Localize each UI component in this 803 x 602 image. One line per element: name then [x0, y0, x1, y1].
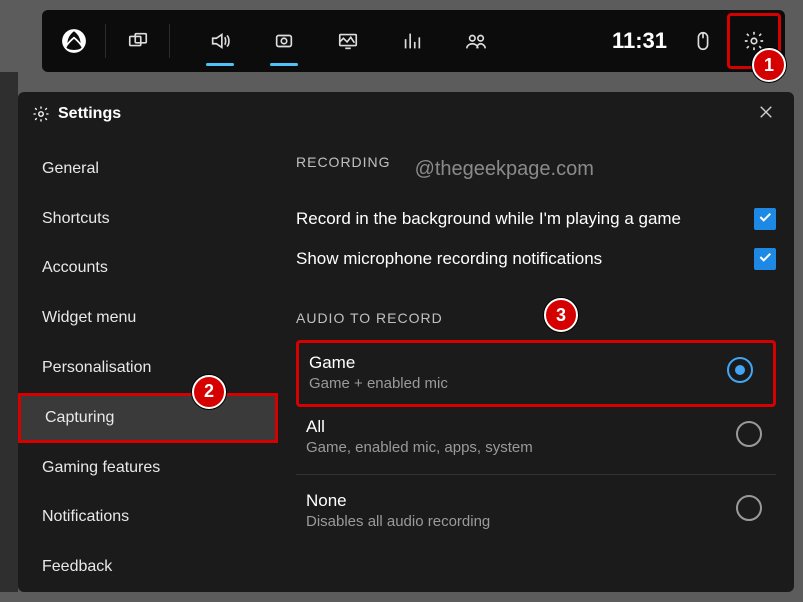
settings-panel: Settings General Shortcuts Accounts Widg…: [18, 92, 794, 592]
settings-content: RECORDING @thegeekpage.com Record in the…: [278, 136, 794, 592]
sidebar-item-general[interactable]: General: [18, 144, 278, 194]
audio-option-title: Game: [309, 353, 448, 373]
callout-1: 1: [752, 48, 786, 82]
sidebar-item-personalisation[interactable]: Personalisation 2: [18, 343, 278, 393]
callout-2: 2: [192, 375, 226, 409]
sidebar-item-label: Gaming features: [42, 459, 160, 477]
background-strip: [0, 72, 18, 592]
mic-notif-row[interactable]: Show microphone recording notifications: [296, 248, 776, 270]
sidebar-item-label: Accounts: [42, 259, 108, 277]
radio-indicator: [736, 495, 762, 521]
clock: 11:31: [600, 28, 679, 54]
check-icon: [757, 209, 773, 230]
audio-radio-group: Game Game + enabled mic All Game, enable…: [296, 340, 776, 542]
sidebar-item-label: Notifications: [42, 508, 129, 526]
performance-icon: [337, 30, 359, 52]
capture-button[interactable]: [252, 10, 316, 72]
settings-title: Settings: [58, 105, 121, 123]
record-background-label: Record in the background while I'm playi…: [296, 209, 681, 229]
sidebar-item-label: Widget menu: [42, 309, 136, 327]
audio-option-title: All: [306, 417, 533, 437]
sidebar-item-label: Shortcuts: [42, 210, 110, 228]
close-button[interactable]: [752, 100, 780, 128]
mouse-indicator[interactable]: [679, 10, 727, 72]
sidebar-item-label: Personalisation: [42, 359, 151, 377]
divider: [296, 474, 776, 475]
radio-indicator: [727, 357, 753, 383]
audio-option-game[interactable]: Game Game + enabled mic: [299, 343, 767, 404]
performance-button[interactable]: [316, 10, 380, 72]
settings-header: Settings: [18, 92, 794, 136]
widgets-icon: [127, 30, 149, 52]
widgets-button[interactable]: [106, 10, 170, 72]
callout-3: 3: [544, 298, 578, 332]
xbox-icon: [61, 28, 87, 54]
sidebar-item-feedback[interactable]: Feedback: [18, 542, 278, 592]
check-icon: [757, 249, 773, 270]
sidebar-item-widget-menu[interactable]: Widget menu: [18, 293, 278, 343]
audio-button[interactable]: [188, 10, 252, 72]
mic-notif-checkbox[interactable]: [754, 248, 776, 270]
resources-button[interactable]: [380, 10, 444, 72]
audio-option-subtitle: Game + enabled mic: [309, 375, 448, 392]
watermark: @thegeekpage.com: [415, 158, 594, 181]
sidebar-item-capturing[interactable]: Capturing: [18, 393, 278, 443]
gear-icon: [32, 105, 50, 123]
sidebar-item-label: General: [42, 160, 99, 178]
social-button[interactable]: [444, 10, 508, 72]
people-icon: [465, 30, 487, 52]
record-background-row[interactable]: Record in the background while I'm playi…: [296, 208, 776, 230]
record-background-checkbox[interactable]: [754, 208, 776, 230]
speaker-icon: [209, 30, 231, 52]
sidebar-item-notifications[interactable]: Notifications: [18, 492, 278, 542]
audio-option-none[interactable]: None Disables all audio recording: [296, 481, 776, 542]
sidebar-item-shortcuts[interactable]: Shortcuts: [18, 194, 278, 244]
sidebar-item-gaming-features[interactable]: Gaming features: [18, 443, 278, 493]
sidebar-item-label: Feedback: [42, 558, 112, 576]
settings-sidebar: General Shortcuts Accounts Widget menu P…: [18, 136, 278, 592]
mic-notif-label: Show microphone recording notifications: [296, 249, 602, 269]
mouse-icon: [692, 30, 714, 52]
sidebar-item-accounts[interactable]: Accounts: [18, 244, 278, 294]
audio-option-subtitle: Game, enabled mic, apps, system: [306, 439, 533, 456]
audio-section-title: AUDIO TO RECORD: [296, 310, 776, 326]
recording-section-title: RECORDING: [296, 154, 391, 170]
xbox-button[interactable]: [42, 10, 106, 72]
bars-icon: [401, 30, 423, 52]
radio-indicator: [736, 421, 762, 447]
game-bar: 11:31 1: [42, 10, 785, 72]
audio-option-all[interactable]: All Game, enabled mic, apps, system: [296, 407, 776, 468]
sidebar-item-label: Capturing: [45, 409, 114, 427]
capture-icon: [273, 30, 295, 52]
close-icon: [757, 103, 775, 126]
settings-button[interactable]: 1: [727, 13, 781, 69]
audio-option-subtitle: Disables all audio recording: [306, 513, 490, 530]
audio-option-title: None: [306, 491, 490, 511]
